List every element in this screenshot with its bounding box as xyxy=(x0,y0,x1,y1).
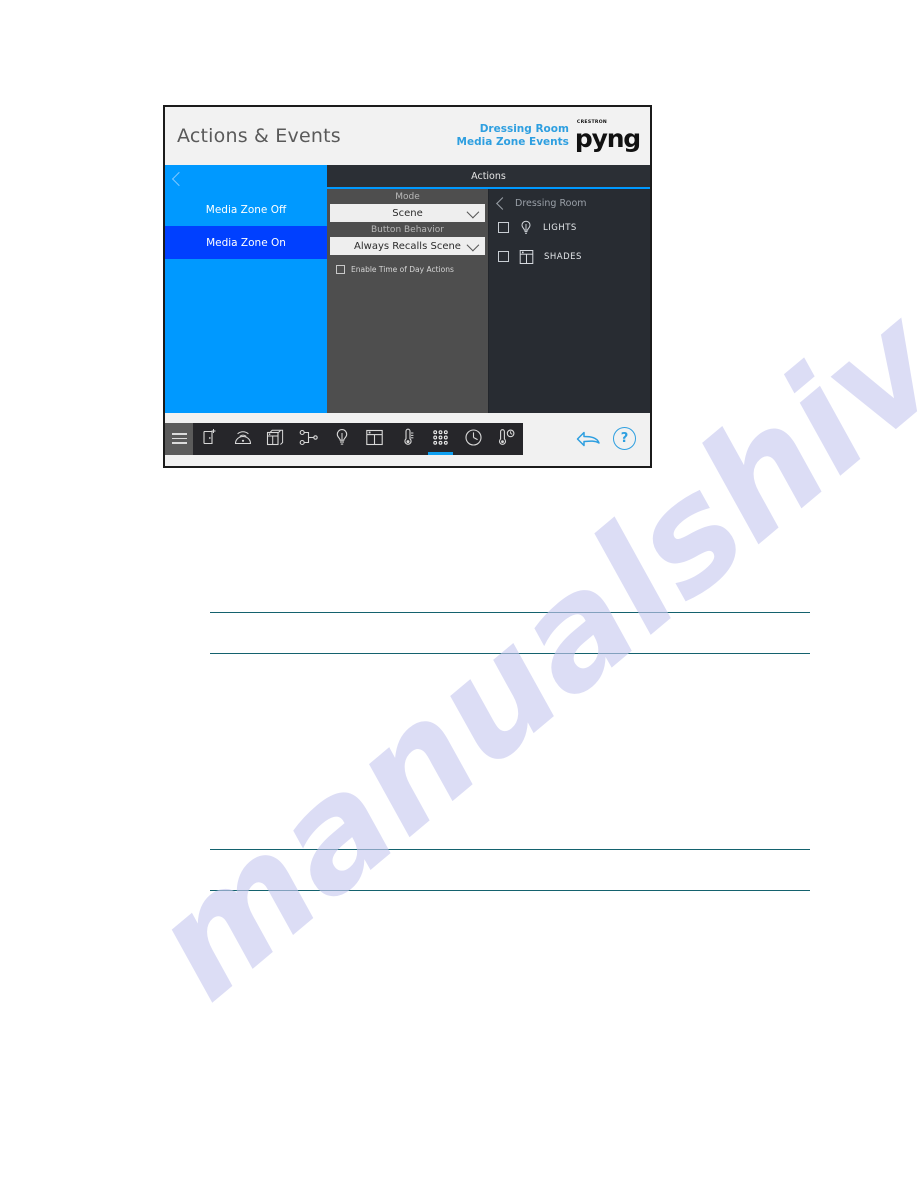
time-of-day-checkbox-row[interactable]: Enable Time of Day Actions xyxy=(327,255,488,274)
room-add-icon xyxy=(203,428,216,444)
tool-button-schedule[interactable] xyxy=(457,423,490,455)
tool-button-thermostat-schedule[interactable] xyxy=(490,423,523,455)
app-body: Media Zone Off Media Zone On Actions Mod… xyxy=(165,165,650,413)
thermostat-icon xyxy=(404,428,414,445)
list-item-media-zone-off[interactable]: Media Zone Off xyxy=(165,193,327,226)
keypad-icon xyxy=(433,429,448,445)
thermostat-schedule-icon xyxy=(498,428,515,445)
load-label: SHADES xyxy=(544,251,582,262)
checkbox-icon[interactable] xyxy=(498,251,509,262)
events-list-panel: Media Zone Off Media Zone On xyxy=(165,165,327,413)
list-item-label: Media Zone Off xyxy=(205,203,287,216)
tool-strip xyxy=(165,422,523,455)
undo-arrow-icon[interactable] xyxy=(575,429,601,449)
document-rule-bottom-2 xyxy=(210,890,810,891)
toolbar-right-actions: ? xyxy=(575,427,650,450)
bottom-toolbar: ? xyxy=(165,413,650,464)
actions-panes: Mode Scene Button Behavior Always Recall… xyxy=(327,189,650,413)
document-rule-bottom-1 xyxy=(210,849,810,850)
checkbox-icon[interactable] xyxy=(336,265,345,274)
help-question-icon[interactable]: ? xyxy=(613,427,636,450)
chevron-down-icon xyxy=(466,205,480,218)
checkbox-icon[interactable] xyxy=(498,222,509,233)
tool-button-shades[interactable] xyxy=(358,423,391,455)
network-nodes-icon xyxy=(299,429,318,445)
title-bar-right: Dressing Room Media Zone Events CRESTRON… xyxy=(457,120,642,154)
button-behavior-label: Button Behavior xyxy=(371,224,444,235)
room-name-label: Dressing Room xyxy=(515,197,587,209)
hamburger-menu-button[interactable] xyxy=(165,422,193,455)
document-rule-top-2 xyxy=(210,653,810,654)
button-behavior-select[interactable]: Always Recalls Scene xyxy=(330,237,485,255)
shades-stack-icon xyxy=(266,429,284,445)
action-settings-pane: Mode Scene Button Behavior Always Recall… xyxy=(327,189,489,413)
tool-button-lights[interactable] xyxy=(325,423,358,455)
wireless-gateway-icon xyxy=(234,430,251,444)
tool-button-network-nodes[interactable] xyxy=(292,423,325,455)
document-rule-top-1 xyxy=(210,612,810,613)
hamburger-menu-icon xyxy=(171,433,187,444)
room-loads-pane: Dressing Room LIGHTS SHADES xyxy=(489,189,650,413)
brand-name-label: pyng xyxy=(574,124,641,154)
load-label: LIGHTS xyxy=(543,222,577,233)
tool-button-wireless-gateway[interactable] xyxy=(226,423,259,455)
shades-icon xyxy=(519,249,534,264)
load-row-lights[interactable]: LIGHTS xyxy=(489,213,650,242)
button-behavior-select-value: Always Recalls Scene xyxy=(354,240,461,252)
app-title-bar: Actions & Events Dressing Room Media Zon… xyxy=(165,107,650,165)
list-item-label: Media Zone On xyxy=(206,236,286,249)
chevron-left-icon xyxy=(496,196,509,210)
tab-actions[interactable]: Actions xyxy=(327,165,650,189)
tool-button-keypad[interactable] xyxy=(424,423,457,455)
lightbulb-icon xyxy=(336,428,347,445)
lightbulb-icon xyxy=(521,220,531,234)
breadcrumb-section: Media Zone Events xyxy=(456,136,569,148)
time-of-day-label: Enable Time of Day Actions xyxy=(351,265,454,274)
pyng-app-screenshot: Actions & Events Dressing Room Media Zon… xyxy=(163,105,652,468)
list-item-media-zone-on[interactable]: Media Zone On xyxy=(165,226,327,259)
load-row-shades[interactable]: SHADES xyxy=(489,242,650,271)
breadcrumb-room: Dressing Room xyxy=(479,122,569,135)
help-label: ? xyxy=(620,431,629,446)
tab-actions-label: Actions xyxy=(471,170,506,182)
mode-select-value: Scene xyxy=(392,207,423,219)
events-back-button[interactable] xyxy=(165,165,327,193)
tool-button-shades-stack[interactable] xyxy=(259,423,292,455)
room-back-button[interactable]: Dressing Room xyxy=(489,193,650,213)
tool-button-room-add[interactable] xyxy=(193,423,226,455)
page-title: Actions & Events xyxy=(177,125,341,147)
tool-button-thermostat[interactable] xyxy=(391,423,424,455)
chevron-down-icon xyxy=(466,238,480,251)
chevron-left-icon xyxy=(171,171,187,187)
mode-label: Mode xyxy=(395,191,420,202)
actions-area: Actions Mode Scene Button Behavior Alway… xyxy=(327,165,650,413)
window-shades-icon xyxy=(366,429,383,445)
breadcrumb: Dressing Room Media Zone Events xyxy=(457,123,569,149)
clock-icon xyxy=(465,428,482,446)
crestron-pyng-logo: CRESTRON pyng xyxy=(574,120,641,154)
mode-select[interactable]: Scene xyxy=(330,204,485,222)
